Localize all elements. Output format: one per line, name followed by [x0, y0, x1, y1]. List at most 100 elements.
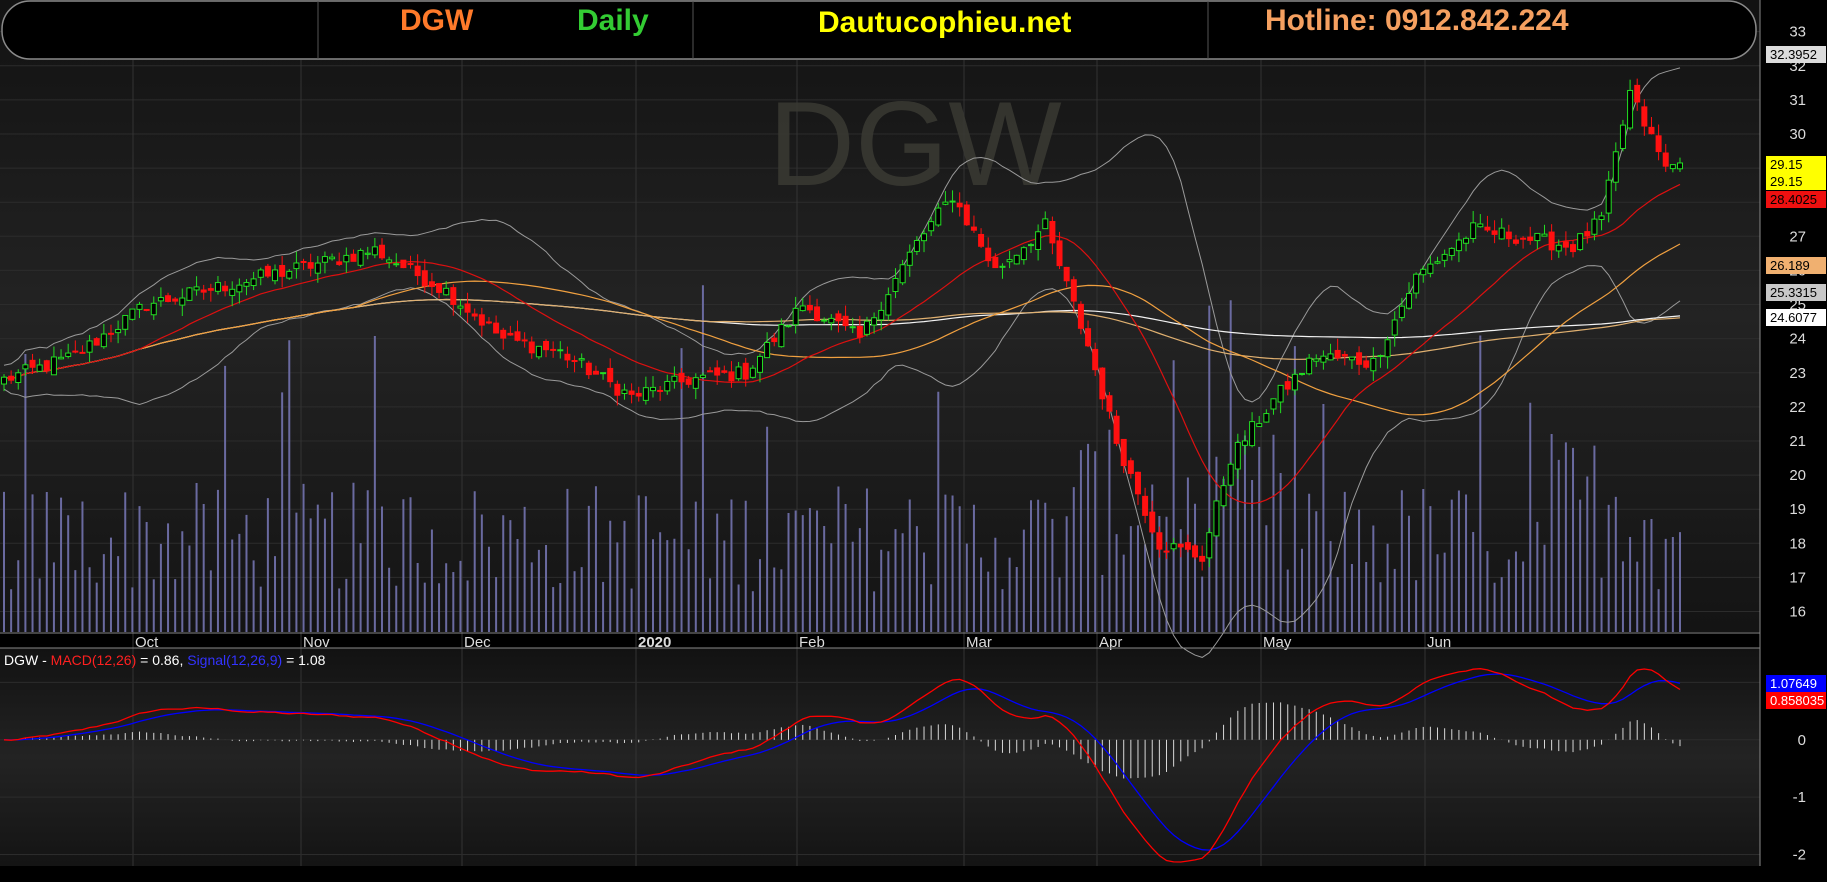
candle-up	[906, 251, 913, 266]
candle-up	[1013, 254, 1020, 265]
candle-up	[650, 386, 657, 392]
macd-tick-label: -2	[1793, 847, 1806, 864]
price-tick-label: 27	[1789, 228, 1806, 245]
candle-down	[471, 313, 478, 317]
candle-up	[100, 333, 107, 348]
candle-down	[835, 313, 842, 322]
candle-up	[1455, 239, 1462, 252]
candle-up	[749, 367, 756, 378]
candle-up	[1042, 218, 1049, 230]
candle-up	[1327, 353, 1334, 361]
candle-down	[300, 261, 307, 264]
candle-up	[1677, 162, 1683, 170]
candle-up	[1498, 227, 1505, 240]
candle-down	[978, 233, 985, 247]
candle-down	[1049, 220, 1056, 244]
price-tick-label: 17	[1789, 569, 1806, 586]
candle-up	[314, 262, 321, 274]
candle-up	[1241, 440, 1248, 446]
candle-down	[1134, 471, 1141, 495]
candle-down	[614, 383, 621, 396]
candle-down	[685, 378, 692, 385]
candle-up	[1370, 357, 1377, 372]
candle-up	[1598, 215, 1605, 221]
candle-down	[985, 247, 992, 262]
candle-up	[186, 287, 193, 301]
candle-up	[457, 305, 464, 309]
macd-tag: 0.858035	[1770, 693, 1824, 708]
candle-up	[935, 207, 942, 226]
candle-up	[1320, 355, 1327, 363]
candle-up	[871, 317, 878, 326]
candle-down	[1149, 511, 1156, 533]
symbol-label: DGW	[400, 4, 474, 37]
candle-up	[1477, 223, 1484, 228]
candle-down	[585, 362, 592, 376]
candle-up	[849, 326, 856, 329]
macd-tick-label: 0	[1798, 732, 1806, 749]
candle-up	[899, 264, 906, 284]
close-tag-2: 29.15	[1770, 174, 1803, 189]
candle-up	[535, 345, 542, 358]
candle-down	[956, 202, 963, 208]
price-tick-label: 22	[1789, 399, 1806, 416]
candle-up	[229, 288, 236, 296]
candle-down	[550, 348, 557, 351]
candle-down	[1192, 545, 1199, 558]
candle-up	[664, 380, 671, 392]
candle-down	[592, 370, 599, 375]
candle-down	[1356, 352, 1363, 365]
candle-down	[657, 389, 664, 392]
price-tick-label: 24	[1789, 331, 1806, 348]
candle-down	[814, 306, 821, 322]
price-tick-label: 18	[1789, 535, 1806, 552]
candle-down	[842, 315, 849, 327]
candle-up	[1348, 356, 1355, 361]
candle-up	[1441, 253, 1448, 261]
timeframe-label: Daily	[577, 4, 649, 37]
macd-legend-signal: Signal(12,26,9)	[187, 652, 282, 668]
candle-up	[1605, 179, 1612, 214]
candle-down	[1199, 555, 1206, 562]
candle-up	[799, 305, 806, 312]
price-tick-label: 20	[1789, 467, 1806, 484]
candle-up	[193, 286, 200, 291]
candle-up	[1555, 244, 1562, 252]
candle-up	[1020, 247, 1027, 261]
candle-down	[806, 304, 813, 311]
candle-down	[93, 338, 100, 346]
candle-up	[1448, 247, 1455, 256]
candle-down	[1484, 226, 1491, 231]
candle-up	[22, 364, 29, 370]
candle-up	[621, 389, 628, 394]
candle-up	[1420, 268, 1427, 276]
candle-down	[1341, 354, 1348, 357]
macd-tick-label: -1	[1793, 789, 1806, 806]
candle-up	[329, 256, 336, 260]
candle-down	[564, 353, 571, 361]
candle-down	[543, 341, 550, 351]
candle-up	[1263, 413, 1270, 423]
candle-down	[378, 244, 385, 259]
candle-up	[1277, 384, 1284, 403]
candle-down	[264, 265, 271, 277]
candle-up	[150, 302, 157, 316]
candle-up	[913, 239, 920, 252]
candle-up	[115, 328, 122, 334]
candle-up	[1427, 263, 1434, 274]
candle-up	[129, 308, 136, 320]
candle-up	[1434, 261, 1441, 264]
candle-down	[1142, 495, 1149, 516]
candle-up	[1006, 259, 1013, 263]
candle-up	[821, 319, 828, 322]
candle-up	[15, 372, 22, 384]
candle-up	[949, 200, 956, 203]
candle-up	[179, 297, 186, 306]
candle-down	[464, 303, 471, 313]
candle-up	[1, 376, 7, 385]
candle-down	[1634, 84, 1641, 103]
candle-up	[578, 358, 585, 361]
candle-down	[1491, 230, 1498, 235]
candle-up	[257, 269, 264, 278]
candle-up	[443, 287, 450, 296]
